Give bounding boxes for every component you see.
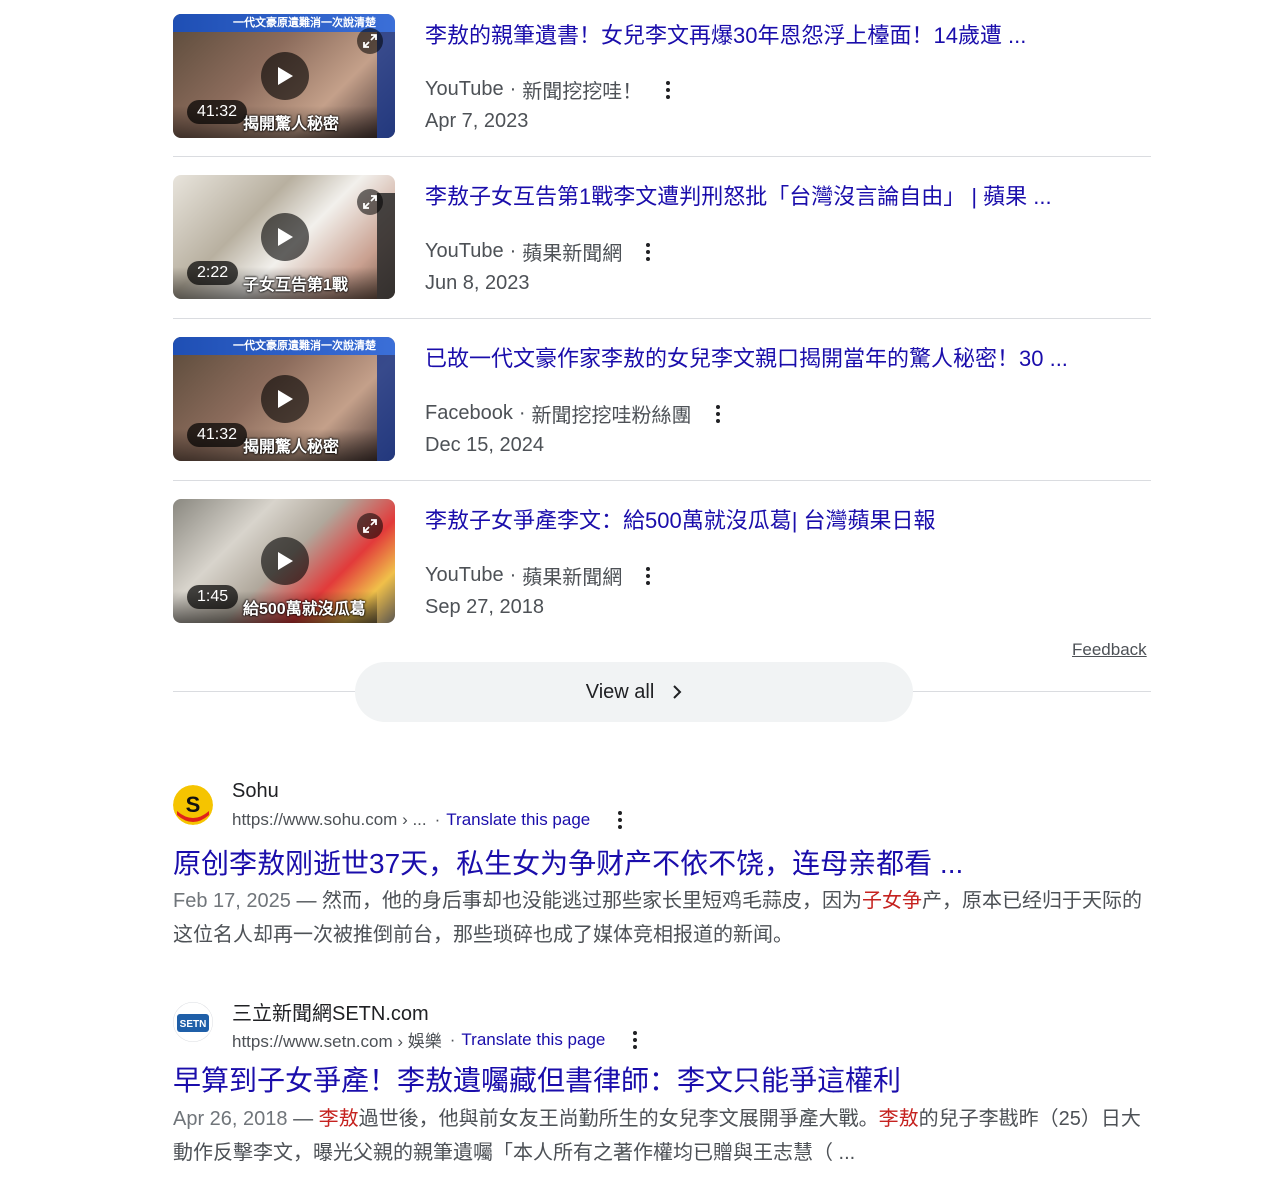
video-duration: 2:22 [187,261,239,285]
video-source: YouTube [425,240,504,262]
result-title-link[interactable]: 早算到子女爭產！李敖遺囑藏但書律師：李文只能爭這權利 [173,1059,901,1099]
video-date: Dec 15, 2024 [425,434,544,456]
more-options-icon[interactable] [636,240,660,264]
result-snippet: Apr 26, 2018 — 李敖過世後，他與前女友王尚勤所生的女兒李文展開爭產… [173,1108,1141,1164]
video-date: Apr 7, 2023 [425,110,529,132]
video-result: 子女互告第1戰 2:22 李敖子女互告第1戰李文遭判刑怒批「台灣沒言論自由」 |… [173,157,1151,319]
video-thumbnail[interactable]: 子女互告第1戰 2:22 [173,175,395,299]
view-all-label: View all [585,680,655,703]
video-channel: 新聞挖挖哇粉絲團 [531,405,692,427]
translate-link[interactable]: Translate this page [446,810,590,830]
site-name: 三立新聞網SETN.com [232,1003,429,1025]
setn-logo-text: SETN [180,1019,207,1030]
video-meta: YouTube · 新聞挖挖哇！ [425,75,680,104]
thumbnail-caption: 揭開驚人秘密 [243,439,340,456]
video-meta: Facebook · 新聞挖挖哇粉絲團 [425,399,730,428]
video-thumbnail[interactable]: 一代文豪原遺難消一次說清楚 揭開驚人秘密 41:32 [173,337,395,461]
video-channel: 蘋果新聞網 [522,567,623,589]
expand-icon[interactable] [357,28,383,54]
video-source: YouTube [425,78,504,100]
site-favicon: S [173,785,213,825]
video-meta: YouTube · 蘋果新聞網 [425,237,660,266]
feedback-link[interactable]: Feedback [1072,640,1147,660]
more-options-icon[interactable] [636,564,660,588]
site-url: https://www.setn.com › 娛樂 · Translate th… [232,1027,647,1052]
site-favicon: SETN [173,1002,213,1042]
video-channel: 新聞挖挖哇！ [522,81,643,103]
sohu-logo-letter: S [186,792,201,817]
video-duration: 1:45 [187,585,239,609]
site-name: Sohu [232,780,279,802]
expand-icon[interactable] [357,513,383,539]
play-icon[interactable] [261,52,309,100]
video-result: 一代文豪原遺難消一次說清楚 揭開驚人秘密 41:32 已故一代文豪作家李敖的女兒… [173,319,1151,481]
result-date: Apr 26, 2018 [173,1108,288,1130]
more-options-icon[interactable] [623,1028,647,1052]
video-title-link[interactable]: 李敖子女互告第1戰李文遭判刑怒批「台灣沒言論自由」 | 蘋果 ... [425,179,1131,211]
url-text: https://www.setn.com › 娛樂 [232,1032,442,1051]
video-result: 給500萬就沒瓜葛 1:45 李敖子女爭產李文：給500萬就沒瓜葛| 台灣蘋果日… [173,481,1151,631]
more-options-icon[interactable] [706,402,730,426]
video-channel: 蘋果新聞網 [522,243,623,265]
video-thumbnail[interactable]: 一代文豪原遺難消一次說清楚 揭開驚人秘密 41:32 [173,14,395,138]
result-snippet: Feb 17, 2025 — 然而，他的身后事却也没能逃过那些家长里短鸡毛蒜皮，… [173,890,1142,946]
url-text: https://www.sohu.com › ... [232,810,427,829]
thumbnail-caption: 子女互告第1戰 [243,277,348,294]
play-icon[interactable] [261,213,309,261]
video-title-link[interactable]: 李敖的親筆遺書！女兒李文再爆30年恩怨浮上檯面！14歲遭 ... [425,18,1131,50]
video-source: YouTube [425,564,504,586]
site-url: https://www.sohu.com › ... · Translate t… [232,808,632,832]
result-title-link[interactable]: 原创李敖刚逝世37天，私生女为争财产不依不饶，连母亲都看 ... [173,842,963,882]
video-date: Jun 8, 2023 [425,272,530,294]
play-icon[interactable] [261,537,309,585]
video-meta: YouTube · 蘋果新聞網 [425,561,660,590]
play-icon[interactable] [261,375,309,423]
video-source: Facebook [425,402,513,424]
video-duration: 41:32 [187,100,248,124]
thumbnail-banner: 一代文豪原遺難消一次說清楚 [173,337,395,355]
view-all-button[interactable]: View all [355,662,913,722]
result-date: Feb 17, 2025 [173,890,291,912]
thumbnail-caption: 揭開驚人秘密 [243,116,340,133]
translate-link[interactable]: Translate this page [461,1030,605,1050]
video-thumbnail[interactable]: 給500萬就沒瓜葛 1:45 [173,499,395,623]
video-title-link[interactable]: 已故一代文豪作家李敖的女兒李文親口揭開當年的驚人秘密！30 ... [425,341,1131,373]
expand-icon[interactable] [357,189,383,215]
thumbnail-caption: 給500萬就沒瓜葛 [243,601,366,618]
video-duration: 41:32 [187,423,248,447]
video-date: Sep 27, 2018 [425,596,544,618]
video-results: 一代文豪原遺難消一次說清楚 揭開驚人秘密 41:32 李敖的親筆遺書！女兒李文再… [173,0,1151,631]
chevron-right-icon [673,685,682,699]
video-result: 一代文豪原遺難消一次說清楚 揭開驚人秘密 41:32 李敖的親筆遺書！女兒李文再… [173,0,1151,157]
more-options-icon[interactable] [608,808,632,832]
video-title-link[interactable]: 李敖子女爭產李文：給500萬就沒瓜葛| 台灣蘋果日報 [425,503,1131,535]
more-options-icon[interactable] [656,78,680,102]
web-result: SETN 三立新聞網SETN.com https://www.setn.com … [173,1000,1153,1180]
web-result: S Sohu https://www.sohu.com › ... · Tran… [173,780,1153,953]
